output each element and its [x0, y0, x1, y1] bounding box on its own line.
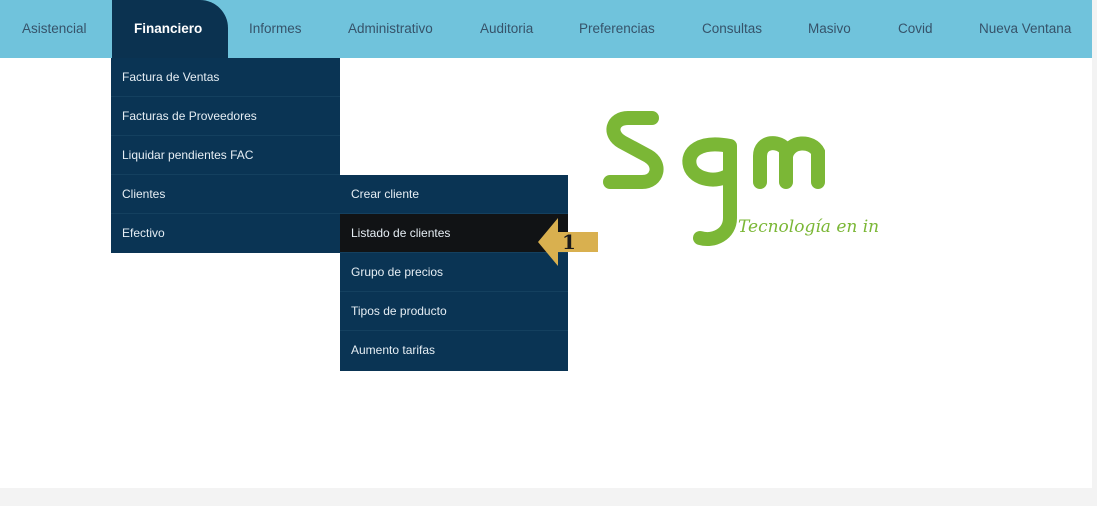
submenu-item-tipos-producto[interactable]: Tipos de producto [340, 292, 568, 331]
submenu-item-aumento-tarifas[interactable]: Aumento tarifas [340, 331, 568, 370]
callout-number: 1 [562, 230, 576, 254]
sgm-logo: Tecnología en internet [603, 111, 880, 246]
nav-covid[interactable]: Covid [898, 0, 933, 58]
clientes-submenu: Crear cliente Listado de clientes Grupo … [340, 175, 568, 371]
bottom-strip [0, 488, 1097, 506]
nav-administrativo[interactable]: Administrativo [348, 0, 433, 58]
nav-consultas[interactable]: Consultas [702, 0, 762, 58]
submenu-item-grupo-precios[interactable]: Grupo de precios [340, 253, 568, 292]
nav-preferencias[interactable]: Preferencias [579, 0, 655, 58]
nav-nueva-ventana[interactable]: Nueva Ventana [979, 0, 1071, 58]
top-nav-bar: Asistencial Financiero Informes Administ… [0, 0, 1092, 58]
menu-item-liquidar-pendientes[interactable]: Liquidar pendientes FAC [111, 136, 340, 175]
nav-asistencial[interactable]: Asistencial [22, 0, 87, 58]
menu-item-factura-ventas[interactable]: Factura de Ventas [111, 58, 340, 97]
nav-masivo[interactable]: Masivo [808, 0, 851, 58]
menu-item-facturas-proveedores[interactable]: Facturas de Proveedores [111, 97, 340, 136]
nav-financiero-label: Financiero [134, 21, 203, 36]
submenu-item-crear-cliente[interactable]: Crear cliente [340, 175, 568, 214]
submenu-item-listado-clientes[interactable]: Listado de clientes [340, 214, 568, 253]
menu-item-efectivo[interactable]: Efectivo [111, 214, 340, 253]
logo-tagline: Tecnología en internet [738, 217, 880, 237]
right-edge-strip [1092, 0, 1097, 488]
financiero-dropdown: Factura de Ventas Facturas de Proveedore… [111, 58, 340, 253]
menu-item-clientes[interactable]: Clientes [111, 175, 340, 214]
nav-financiero[interactable]: Financiero [112, 0, 228, 58]
nav-informes[interactable]: Informes [249, 0, 302, 58]
nav-auditoria[interactable]: Auditoria [480, 0, 533, 58]
callout-arrow-icon: 1 [538, 218, 598, 266]
